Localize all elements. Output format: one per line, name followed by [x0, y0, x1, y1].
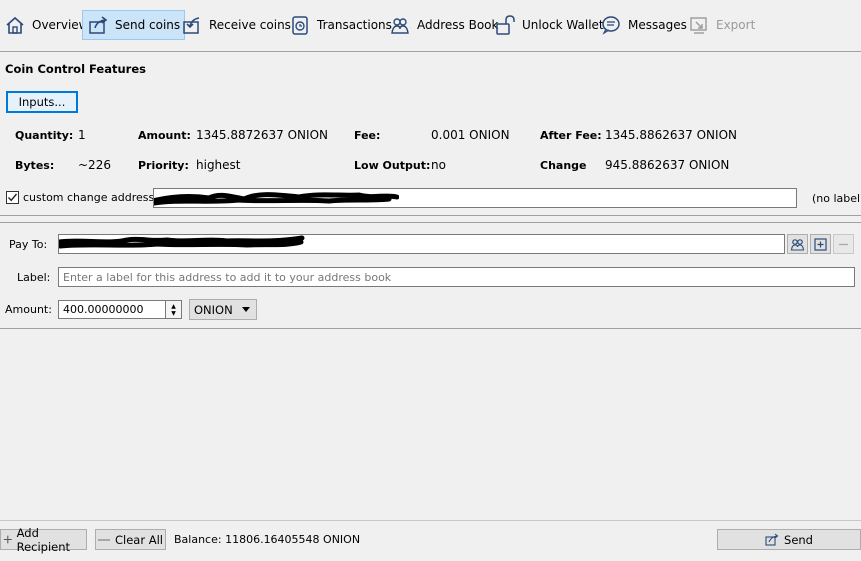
low-output-label: Low Output:: [354, 159, 431, 172]
clear-all-label: Clear All: [115, 532, 163, 547]
bytes-label: Bytes:: [15, 159, 55, 172]
bytes-value: ~226: [78, 158, 111, 172]
divider-bottom: [0, 222, 861, 223]
divider-top: [0, 215, 861, 216]
spin-down-icon[interactable]: ▼: [171, 310, 176, 317]
receive-coins-tab[interactable]: Receive coins: [177, 10, 295, 40]
export-tab[interactable]: Export: [684, 10, 759, 40]
inputs-button[interactable]: Inputs...: [6, 91, 78, 113]
messages-label: Messages: [628, 18, 687, 32]
main-toolbar: Overview Send coins Receive coins Transa…: [0, 0, 861, 52]
receive-icon: [183, 17, 200, 34]
paste-icon: [814, 237, 827, 251]
send-label: Send: [784, 532, 813, 547]
amount-input[interactable]: 400.00000000: [58, 300, 166, 319]
address-book-icon: [790, 238, 805, 251]
send-coins-label: Send coins: [115, 18, 181, 32]
after-fee-value: 1345.8862637 ONION: [605, 128, 737, 142]
address-book-button[interactable]: [787, 234, 808, 254]
messages-tab[interactable]: Messages: [596, 10, 691, 40]
quantity-value: 1: [78, 128, 86, 142]
chevron-down-icon: [242, 307, 250, 312]
unit-select[interactable]: ONION: [189, 299, 257, 320]
balance-text: Balance: 11806.16405548 ONION: [174, 533, 361, 546]
overview-tab[interactable]: Overview: [0, 10, 93, 40]
pay-to-field[interactable]: [58, 234, 785, 254]
change-label: Change: [540, 159, 587, 172]
pay-to-label: Pay To:: [9, 238, 48, 251]
label-field-label: Label:: [17, 271, 51, 284]
label-input[interactable]: Enter a label for this address to add it…: [58, 267, 855, 287]
send-icon: [89, 16, 108, 34]
transactions-label: Transactions: [317, 18, 392, 32]
unit-select-value: ONION: [194, 302, 233, 317]
unlock-wallet-tab[interactable]: Unlock Wallet: [490, 10, 608, 40]
change-value: 945.8862637 ONION: [605, 158, 730, 172]
quantity-label: Quantity:: [15, 129, 74, 142]
checkmark-icon: [7, 193, 18, 202]
send-icon: [765, 533, 779, 546]
change-address-label: (no label): [812, 192, 861, 205]
home-icon: [6, 16, 24, 34]
address-book-label: Address Book: [417, 18, 499, 32]
export-label: Export: [716, 18, 756, 32]
change-address-field[interactable]: [153, 188, 797, 208]
priority-label: Priority:: [138, 159, 189, 172]
plus-icon: [3, 535, 12, 544]
spin-up-icon[interactable]: ▲: [171, 303, 176, 310]
receive-coins-label: Receive coins: [209, 18, 291, 32]
address-book-icon: [391, 18, 409, 34]
amount-value: 1345.8872637 ONION: [196, 128, 328, 142]
add-recipient-button[interactable]: Add Recipient: [0, 526, 87, 554]
fee-value: 0.001 ONION: [431, 128, 510, 142]
send-coins-tab[interactable]: Send coins: [82, 10, 186, 40]
coin-control-title: Coin Control Features: [5, 62, 146, 76]
address-book-tab[interactable]: Address Book: [385, 10, 502, 40]
custom-change-checkbox[interactable]: [6, 191, 19, 204]
custom-change-label: custom change address: [23, 191, 155, 204]
remove-recipient-button[interactable]: [833, 234, 854, 254]
footer-divider: [0, 520, 861, 521]
overview-label: Overview: [32, 18, 89, 32]
clear-icon: [98, 538, 110, 541]
amount-label: Amount:: [138, 129, 191, 142]
clear-all-button[interactable]: Clear All: [95, 529, 166, 550]
fee-label: Fee:: [354, 129, 381, 142]
paste-button[interactable]: [810, 234, 831, 254]
recipient-divider: [0, 328, 861, 329]
low-output-value: no: [431, 158, 446, 172]
export-icon: [690, 17, 707, 34]
after-fee-label: After Fee:: [540, 129, 602, 142]
unlock-wallet-label: Unlock Wallet: [522, 18, 604, 32]
minus-icon: [839, 243, 848, 245]
redaction-scribble: [154, 192, 399, 206]
unlock-icon: [496, 15, 515, 35]
priority-value: highest: [196, 158, 241, 172]
transactions-tab[interactable]: Transactions: [285, 10, 396, 40]
transactions-icon: [292, 16, 308, 35]
messages-icon: [602, 16, 620, 35]
send-button[interactable]: Send: [717, 529, 861, 550]
add-recipient-label: Add Recipient: [16, 525, 71, 554]
amount-field-label: Amount:: [5, 303, 52, 316]
amount-spinner[interactable]: ▲ ▼: [166, 300, 182, 319]
redaction-scribble: [59, 235, 305, 249]
